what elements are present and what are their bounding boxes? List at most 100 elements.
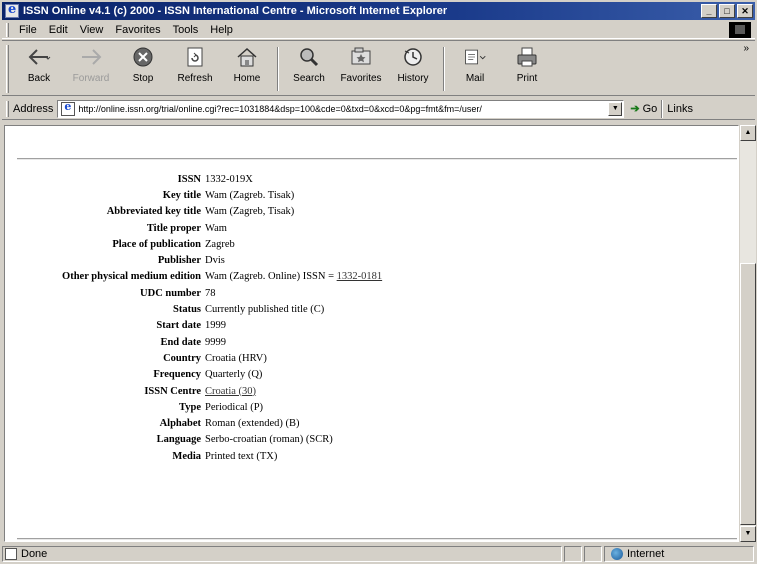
record-row: Language Serbo-croatian (roman) (SCR)	[5, 432, 725, 448]
record-value-text: Wam (Zagreb, Tisak)	[205, 206, 295, 218]
search-button[interactable]: Search	[283, 41, 335, 91]
record-value-text: Currently published title (C)	[205, 304, 325, 316]
page-done-icon	[5, 548, 17, 560]
go-arrow-icon: ➔	[630, 103, 640, 115]
record-field-value: Printed text (TX)	[205, 451, 277, 462]
address-url[interactable]: http://online.issn.org/trial/online.cgi?…	[78, 104, 482, 114]
toolbar-overflow-icon[interactable]: »	[743, 43, 749, 54]
print-button[interactable]: Print	[501, 41, 553, 91]
record-field-label: Status	[172, 304, 201, 316]
home-button[interactable]: Home	[221, 41, 273, 91]
record-field-label: Frequency	[153, 369, 201, 381]
vertical-scrollbar[interactable]: ▲ ▼	[740, 125, 756, 542]
menu-file[interactable]: File	[13, 24, 43, 36]
menu-help[interactable]: Help	[204, 24, 239, 36]
stop-label: Stop	[132, 73, 154, 84]
address-input[interactable]: http://online.issn.org/trial/online.cgi?…	[57, 99, 625, 118]
record-value-text: Roman (extended) (B)	[205, 418, 300, 430]
scroll-up-button[interactable]: ▲	[740, 125, 756, 141]
record-field-label: Place of publication	[112, 238, 201, 250]
maximize-button[interactable]: □	[719, 4, 735, 18]
record-field-value: Currently published title (C)	[205, 304, 324, 315]
record-value-link[interactable]: 1332-0181	[337, 271, 383, 282]
forward-button[interactable]: Forward	[65, 41, 117, 91]
record-field-label: Media	[172, 450, 201, 462]
favorites-button[interactable]: Favorites	[335, 41, 387, 91]
record-field-value: Croatia (HRV)	[205, 353, 267, 364]
record-field-value: Croatia (30)	[205, 386, 256, 397]
record-field-value: Dvis	[205, 255, 225, 266]
history-button[interactable]: History	[387, 41, 439, 91]
home-icon	[235, 45, 259, 69]
record-field-value: Wam	[205, 223, 227, 234]
minimize-button[interactable]: _	[701, 4, 717, 18]
address-bar: Address http://online.issn.org/trial/onl…	[2, 98, 755, 120]
record-value-text: 78	[205, 287, 216, 299]
scroll-thumb[interactable]	[740, 263, 756, 525]
record-field-value: Serbo-croatian (roman) (SCR)	[205, 434, 333, 445]
record-row: ISSN 1332-019X	[5, 171, 725, 187]
record-value-link[interactable]: Croatia (30)	[205, 386, 256, 397]
close-button[interactable]: ✕	[737, 4, 753, 18]
print-icon	[515, 45, 539, 69]
record-field-value: 9999	[205, 337, 226, 348]
stop-button[interactable]: Stop	[117, 41, 169, 91]
record-field-label: Start date	[156, 320, 201, 332]
record-row: Country Croatia (HRV)	[5, 350, 725, 366]
record-field-label: UDC number	[140, 287, 201, 299]
menu-grip[interactable]	[6, 22, 9, 37]
menu-tools[interactable]: Tools	[167, 24, 205, 36]
record-row: Frequency Quarterly (Q)	[5, 367, 725, 383]
mail-label: Mail	[465, 73, 485, 84]
menu-favorites[interactable]: Favorites	[109, 24, 166, 36]
mail-button[interactable]: Mail	[449, 41, 501, 91]
record-field-value: Roman (extended) (B)	[205, 418, 299, 429]
title-bar[interactable]: ISSN Online v4.1 (c) 2000 - ISSN Interna…	[2, 2, 755, 20]
menu-view[interactable]: View	[74, 24, 110, 36]
issn-record: ISSN 1332-019X Key title Wam (Zagreb. Tisak…	[5, 171, 725, 464]
record-field-value: Zagreb	[205, 239, 235, 250]
record-field-label: Alphabet	[159, 418, 201, 430]
globe-icon	[611, 548, 623, 560]
record-field-label: Type	[179, 401, 201, 413]
record-value-text: Serbo-croatian (roman) (SCR)	[205, 434, 333, 446]
record-row: Place of publication Zagreb	[5, 236, 725, 252]
record-field-label: Publisher	[157, 255, 201, 267]
forward-arrow-icon	[79, 45, 103, 69]
links-button[interactable]: Links	[667, 103, 693, 115]
address-grip[interactable]	[6, 100, 9, 117]
standard-toolbar: Back Forward Stop Refresh Home Search Fa…	[2, 40, 755, 96]
record-value-text: Croatia (HRV)	[205, 352, 267, 364]
stop-icon	[131, 45, 155, 69]
toolbar-grip[interactable]	[6, 45, 9, 93]
favorites-label: Favorites	[340, 73, 382, 84]
refresh-button[interactable]: Refresh	[169, 41, 221, 91]
status-panel	[564, 546, 582, 562]
forward-label: Forward	[72, 73, 110, 84]
status-panel	[584, 546, 602, 562]
record-row: Media Printed text (TX)	[5, 448, 725, 464]
page-content[interactable]: ISSN 1332-019X Key title Wam (Zagreb. Tisak…	[4, 125, 739, 542]
record-row: Type Periodical (P)	[5, 399, 725, 415]
record-row: Publisher Dvis	[5, 252, 725, 268]
menu-edit[interactable]: Edit	[43, 24, 74, 36]
record-value-text: 1999	[205, 320, 226, 332]
record-field-value: Wam (Zagreb, Tisak)	[205, 206, 294, 217]
record-value-text: Dvis	[205, 255, 225, 267]
refresh-label: Refresh	[177, 73, 213, 84]
go-button[interactable]: ➔ Go	[630, 102, 657, 116]
scroll-down-button[interactable]: ▼	[740, 526, 756, 542]
back-button[interactable]: Back	[13, 41, 65, 91]
browser-window: ISSN Online v4.1 (c) 2000 - ISSN Interna…	[0, 0, 757, 564]
record-row: Title proper Wam	[5, 220, 725, 236]
links-separator	[661, 99, 664, 118]
address-dropdown-button[interactable]: ▼	[608, 101, 623, 116]
print-label: Print	[516, 73, 538, 84]
page-icon	[61, 100, 76, 116]
record-row: UDC number 78	[5, 285, 725, 301]
record-row: Start date 1999	[5, 318, 725, 334]
favorites-icon	[349, 45, 373, 69]
bottom-rule	[17, 538, 737, 540]
record-row: Other physical medium edition Wam (Zagreb…	[5, 269, 725, 285]
window-title: ISSN Online v4.1 (c) 2000 - ISSN Interna…	[23, 5, 448, 17]
